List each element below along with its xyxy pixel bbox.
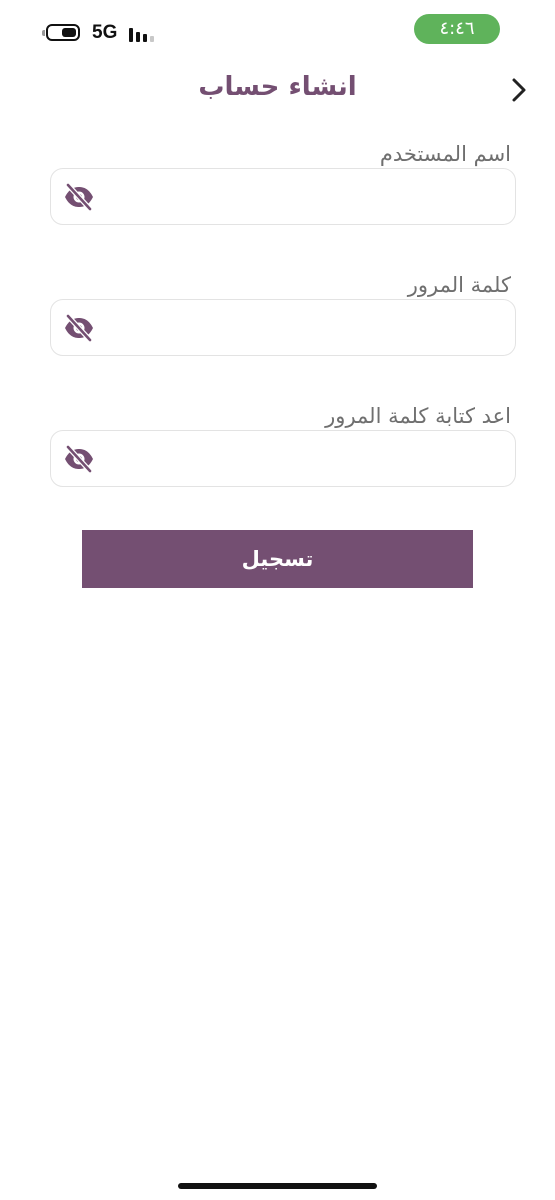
confirm-password-field [50,430,516,487]
home-indicator[interactable] [178,1183,377,1189]
register-button[interactable]: تسجيل [82,530,473,588]
signal-bar [129,28,133,42]
username-visibility-toggle[interactable] [63,182,95,212]
eye-off-icon [65,182,93,212]
eye-off-icon [65,444,93,474]
battery-cap [42,30,45,36]
signal-bar [143,34,147,42]
confirm-password-visibility-toggle[interactable] [63,444,95,474]
password-field [50,299,516,356]
password-label: كلمة المرور [407,273,511,297]
battery-level [62,28,76,37]
password-input[interactable] [111,310,505,348]
username-label: اسم المستخدم [379,142,511,166]
signal-bar [136,32,140,42]
network-type: 5G [92,22,118,43]
status-bar: 5G ٤:٤٦ [0,0,555,60]
status-time: ٤:٤٦ [414,14,500,44]
confirm-password-label: اعد كتابة كلمة المرور [325,404,511,428]
confirm-password-input[interactable] [111,441,505,479]
username-field [50,168,516,225]
password-visibility-toggle[interactable] [63,313,95,343]
eye-off-icon [65,313,93,343]
battery-icon [46,24,80,41]
page-title: انشاء حساب [198,72,357,102]
signal-bar [150,36,154,42]
signal-strength-icon [129,28,154,42]
username-input[interactable] [111,179,505,217]
